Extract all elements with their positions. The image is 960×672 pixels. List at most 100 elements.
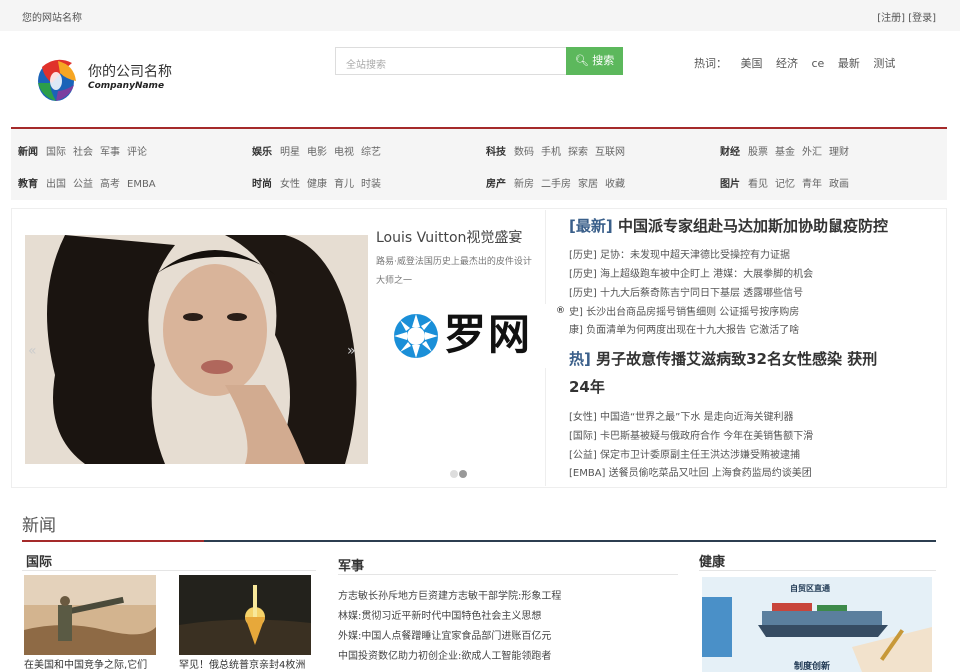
watermark-text: 罗网 (444, 310, 533, 359)
register-link[interactable]: [注册] (877, 13, 905, 24)
news-item[interactable]: [历史] 海上超级跑车被中企盯上 港媒：大展拳脚的机会 (569, 265, 813, 280)
category-link[interactable]: 公益 (73, 179, 93, 190)
news-item[interactable]: [女性] 中国造“世界之最”下水 是走向近海关键利器 (569, 408, 794, 423)
site-name: 您的网站名称 (22, 13, 82, 24)
category-link[interactable]: 互联网 (595, 147, 625, 158)
category-link[interactable]: 家居 (578, 179, 598, 190)
category-link[interactable]: 新房 (514, 179, 534, 190)
hot-word[interactable]: ce (812, 57, 825, 70)
headline-hot-cont[interactable]: 24年 (569, 373, 605, 401)
hot-word[interactable]: 最新 (838, 57, 860, 70)
category-title[interactable]: 财经 (720, 147, 740, 158)
column-underline (338, 574, 678, 575)
category-link[interactable]: 电影 (307, 147, 327, 158)
category-title[interactable]: 教育 (18, 179, 38, 190)
company-name-en: CompanyName (88, 81, 165, 91)
headline-latest[interactable]: [最新] 中国派专家组赴马达加斯加协助鼠疫防控 (569, 212, 888, 240)
slider-next-icon[interactable]: » (347, 343, 356, 359)
category-link[interactable]: 健康 (307, 179, 327, 190)
news-item[interactable]: [公益] 保定市卫计委原副主任王洪达涉嫌受贿被逮捕 (569, 446, 800, 461)
hot-word[interactable]: 美国 (741, 57, 763, 70)
category-title[interactable]: 时尚 (252, 179, 272, 190)
category-title[interactable]: 娱乐 (252, 147, 272, 158)
category-link[interactable]: 时装 (361, 179, 381, 190)
military-item[interactable]: 外媒:中国人点餐蹭睡让宜家食品部门进账百亿元 (338, 627, 551, 642)
news-thumbnail[interactable] (24, 575, 156, 655)
registered-mark: ® (556, 306, 565, 316)
news-item[interactable]: 康] 负面清单为何两度出现在十九大报告 它激活了啥 (569, 321, 799, 336)
news-item[interactable]: [国际] 卡巴斯基被疑与俄政府合作 今年在美销售额下滑 (569, 427, 813, 442)
military-item[interactable]: 林媒:贯彻习近平新时代中国特色社会主义思想 (338, 607, 541, 622)
column-title-intl[interactable]: 国际 (26, 551, 52, 570)
category-link[interactable]: 明星 (280, 147, 300, 158)
category-title[interactable]: 新闻 (18, 147, 38, 158)
category-link[interactable]: 电视 (334, 147, 354, 158)
column-title-military[interactable]: 军事 (338, 555, 364, 574)
slider-dot-active[interactable] (459, 470, 467, 478)
news-item[interactable]: 史] 长沙出台商品房摇号销售细则 公证摇号按序购房 (569, 303, 799, 318)
hot-label: 热词： (694, 57, 727, 70)
login-link[interactable]: [登录] (908, 13, 936, 24)
news-thumbnail-caption[interactable]: 在美国和中国竞争之际,它们 (24, 656, 158, 671)
category-link[interactable]: 收藏 (605, 179, 625, 190)
category-link[interactable]: 社会 (73, 147, 93, 158)
hot-word[interactable]: 经济 (776, 57, 798, 70)
news-item[interactable]: [历史] 足协：未发现中超天津德比受操控有力证据 (569, 246, 790, 261)
health-image[interactable]: 自贸区直通 制度创新 (702, 577, 932, 672)
search-input[interactable]: 全站搜索 (335, 47, 567, 75)
category-link[interactable]: 军事 (100, 147, 120, 158)
category-link[interactable]: EMBA (127, 179, 156, 190)
news-thumbnail-caption[interactable]: 罕见！俄总统普京亲封4枚洲 (179, 656, 313, 671)
category-link[interactable]: 政画 (829, 179, 849, 190)
category-link[interactable]: 评论 (127, 147, 147, 158)
category-link[interactable]: 基金 (775, 147, 795, 158)
category-link[interactable]: 记忆 (775, 179, 795, 190)
health-image-top-label: 自贸区直通 (790, 584, 830, 593)
category-link[interactable]: 理财 (829, 147, 849, 158)
category-link[interactable]: 青年 (802, 179, 822, 190)
category-link[interactable]: 二手房 (541, 179, 571, 190)
military-item[interactable]: 中国投资数亿助力初创企业:欲成人工智能领跑者 (338, 647, 551, 662)
news-item[interactable]: [历史] 十九大后蔡奇陈吉宁同日下基层 透露哪些信号 (569, 284, 803, 299)
company-name[interactable]: 你的公司名称 (88, 61, 172, 81)
search-button[interactable]: 🔍︎ 搜索 (566, 47, 623, 75)
category-group-edu: 教育 出国 公益 高考 EMBA (18, 175, 163, 190)
category-link[interactable]: 国际 (46, 147, 66, 158)
section-divider-accent (22, 540, 204, 542)
category-link[interactable]: 股票 (748, 147, 768, 158)
category-link[interactable]: 出国 (46, 179, 66, 190)
category-group-fashion: 时尚 女性 健康 育儿 时装 (252, 175, 388, 190)
category-link[interactable]: 育儿 (334, 179, 354, 190)
slider-desc: 路易·威登法国历史上最杰出的皮件设计大师之一 (376, 257, 532, 286)
category-link[interactable]: 女性 (280, 179, 300, 190)
slider-image[interactable] (25, 235, 368, 464)
headline-tag: [最新] (569, 217, 613, 235)
category-link[interactable]: 综艺 (361, 147, 381, 158)
category-link[interactable]: 数码 (514, 147, 534, 158)
slider-prev-icon[interactable]: « (28, 343, 37, 359)
headline-hot[interactable]: 热] 男子故意传播艾滋病致32名女性感染 获刑 (569, 345, 877, 373)
top-bar: 您的网站名称 [注册] [登录] (0, 0, 960, 31)
military-item[interactable]: 方志敏长孙斥地方巨资建方志敏干部学院:形象工程 (338, 587, 561, 602)
column-title-health[interactable]: 健康 (699, 551, 725, 570)
hot-word[interactable]: 测试 (873, 57, 895, 70)
auth-links: [注册] [登录] (877, 9, 936, 24)
category-link[interactable]: 外汇 (802, 147, 822, 158)
category-link[interactable]: 手机 (541, 147, 561, 158)
slider-title[interactable]: Louis Vuitton视觉盛宴 (376, 227, 522, 247)
company-logo-icon[interactable] (32, 53, 80, 105)
health-image-bottom-label: 制度创新 (794, 662, 831, 672)
category-group-ent: 娱乐 明星 电影 电视 综艺 (252, 143, 388, 158)
slider-dot[interactable] (450, 470, 458, 478)
category-title[interactable]: 图片 (720, 179, 740, 190)
headline-tag: 热] (569, 350, 591, 368)
column-underline (22, 570, 316, 571)
category-link[interactable]: 看见 (748, 179, 768, 190)
category-title[interactable]: 科技 (486, 147, 506, 158)
watermark-logo-icon (394, 314, 438, 358)
category-title[interactable]: 房产 (486, 179, 506, 190)
news-item[interactable]: [EMBA] 送餐员偷吃菜品又吐回 上海食药监局约谈美团 (569, 464, 812, 479)
category-link[interactable]: 探索 (568, 147, 588, 158)
category-link[interactable]: 高考 (100, 179, 120, 190)
news-thumbnail[interactable] (179, 575, 311, 655)
